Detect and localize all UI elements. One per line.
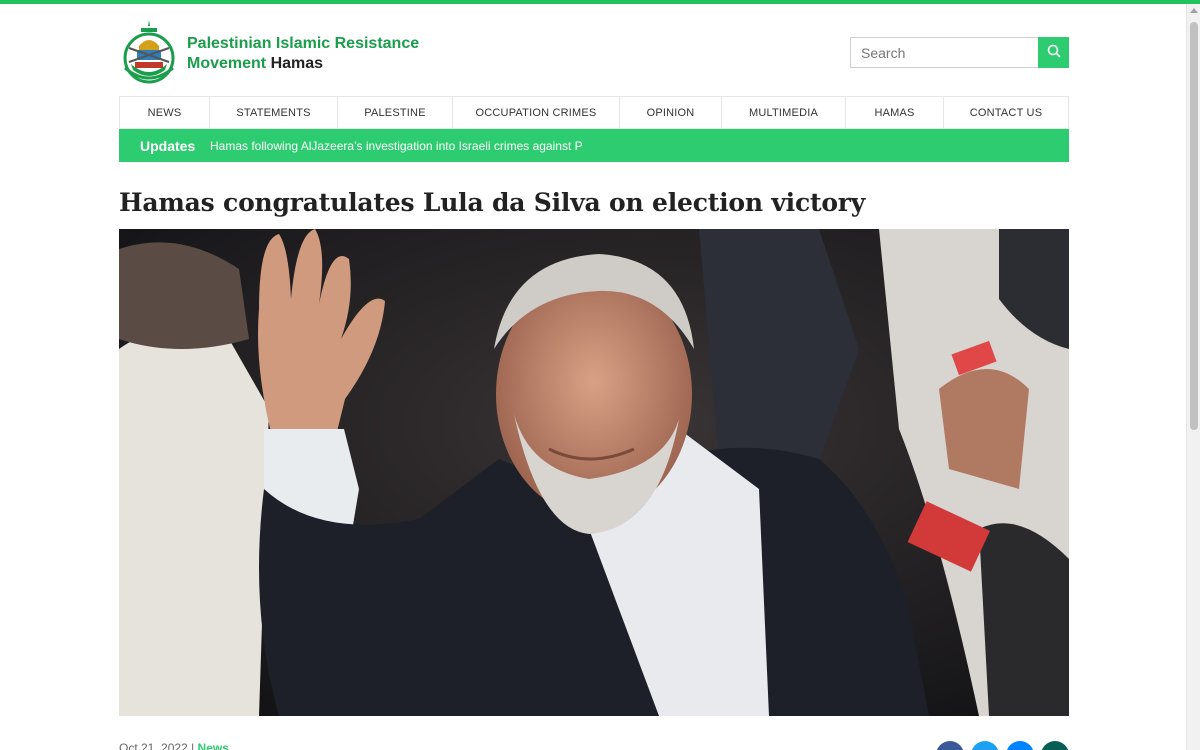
updates-label: Updates [140,137,196,154]
nav-item-opinion[interactable]: OPINION [620,97,722,128]
search-button[interactable] [1038,37,1069,68]
nav-item-statements[interactable]: STATEMENTS [210,97,338,128]
article-meta: Oct 21, 2022 | News [119,741,229,750]
nav-item-contact-us[interactable]: CONTACT US [944,97,1068,128]
updates-bar: Updates Hamas following AlJazeera’s inve… [119,129,1069,162]
scroll-up-arrow[interactable] [1190,8,1198,13]
site-name-line1: Palestinian Islamic Resistance [187,35,420,52]
top-accent-bar [0,0,1200,4]
page-scrollbar[interactable] [1186,4,1200,750]
site-header: Palestinian Islamic Resistance Movement … [119,18,1069,88]
updates-ticker-link[interactable]: Hamas following AlJazeera’s investigatio… [210,139,583,153]
search-icon [1047,44,1061,61]
hamas-logo[interactable] [119,18,179,86]
nav-item-palestine[interactable]: PALESTINE [338,97,453,128]
main-nav: NEWS STATEMENTS PALESTINE OCCUPATION CRI… [119,96,1069,129]
search-box [850,37,1069,68]
site-name-accent: Hamas [270,55,324,72]
facebook-icon[interactable] [936,741,964,750]
nav-item-hamas[interactable]: HAMAS [846,97,944,128]
article-category-link[interactable]: News [198,741,229,750]
messenger-icon[interactable] [1006,741,1034,750]
nav-item-multimedia[interactable]: MULTIMEDIA [722,97,846,128]
site-name-line2: Movement Hamas [187,54,419,74]
meta-separator: | [191,741,195,750]
whatsapp-icon[interactable] [1041,741,1069,750]
scroll-thumb[interactable] [1190,22,1198,430]
article-title: Hamas congratulates Lula da Silva on ele… [119,188,866,217]
twitter-icon[interactable] [971,741,999,750]
share-buttons [936,741,1069,750]
article-date: Oct 21, 2022 [119,741,188,750]
nav-item-occupation-crimes[interactable]: OCCUPATION CRIMES [453,97,620,128]
article-hero-image [119,229,1069,716]
search-input[interactable] [850,37,1039,68]
site-name-line2-prefix: Movement [187,55,271,72]
nav-item-news[interactable]: NEWS [120,97,210,128]
site-name[interactable]: Palestinian Islamic Resistance Movement … [187,34,419,74]
